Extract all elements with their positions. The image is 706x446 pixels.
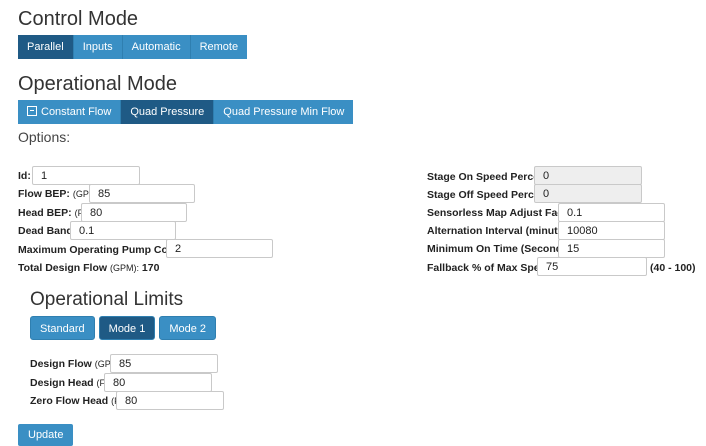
tab-mode-1[interactable]: Mode 1	[98, 316, 156, 340]
design-flow-input[interactable]	[110, 354, 218, 373]
tab-constant-flow[interactable]: Constant Flow	[18, 100, 122, 124]
tab-inputs[interactable]: Inputs	[73, 35, 123, 59]
head-bep-input[interactable]	[81, 203, 187, 222]
fallback-range: (40 - 100)	[650, 262, 696, 274]
operational-limits-title: Operational Limits	[30, 289, 184, 310]
calculator-icon	[27, 106, 37, 116]
tab-automatic[interactable]: Automatic	[122, 35, 191, 59]
operational-mode-tabs: Constant Flow Quad Pressure Quad Pressur…	[18, 100, 354, 124]
alternation-label: Alternation Interval (minutes):	[427, 225, 577, 237]
dead-band-input[interactable]	[70, 221, 176, 240]
id-input[interactable]	[32, 166, 140, 185]
total-design-flow: Total Design Flow (GPM): 170	[18, 262, 160, 274]
design-head-input[interactable]	[104, 373, 212, 392]
control-mode-title: Control Mode	[18, 8, 139, 30]
min-on-time-input[interactable]	[558, 239, 665, 258]
dead-band-label: Dead Band:	[18, 225, 77, 237]
tab-standard[interactable]: Standard	[30, 316, 95, 340]
design-head-label: Design Head (FT)	[30, 377, 114, 389]
design-flow-label: Design Flow (GPM)	[30, 358, 122, 370]
control-mode-tabs: Parallel Inputs Automatic Remote	[18, 35, 248, 59]
flow-bep-input[interactable]	[89, 184, 195, 203]
min-on-time-label: Minimum On Time (Seconds):	[427, 243, 575, 255]
operational-limits-tabs: Standard Mode 1 Mode 2	[30, 316, 220, 340]
sensorless-input[interactable]	[558, 203, 665, 222]
tab-remote[interactable]: Remote	[190, 35, 248, 59]
max-pump-count-input[interactable]	[166, 239, 273, 258]
operational-mode-title: Operational Mode	[18, 73, 177, 95]
tab-mode-2[interactable]: Mode 2	[159, 316, 217, 340]
stage-off-input	[534, 184, 642, 203]
zero-flow-head-input[interactable]	[116, 391, 224, 410]
fallback-input[interactable]	[537, 257, 647, 276]
tab-quad-pressure[interactable]: Quad Pressure	[121, 100, 215, 124]
alternation-input[interactable]	[558, 221, 665, 240]
zero-flow-head-label: Zero Flow Head (FT)	[30, 395, 128, 407]
flow-bep-label: Flow BEP: (GPM)	[18, 188, 100, 200]
tab-constant-flow-label: Constant Flow	[41, 106, 112, 118]
options-label: Options:	[18, 129, 71, 145]
stage-on-input	[534, 166, 642, 185]
max-pump-count-label: Maximum Operating Pump Count:	[18, 244, 188, 256]
id-label: Id:	[18, 170, 31, 182]
tab-quad-pressure-min-flow[interactable]: Quad Pressure Min Flow	[214, 100, 354, 124]
tab-parallel[interactable]: Parallel	[18, 35, 74, 59]
